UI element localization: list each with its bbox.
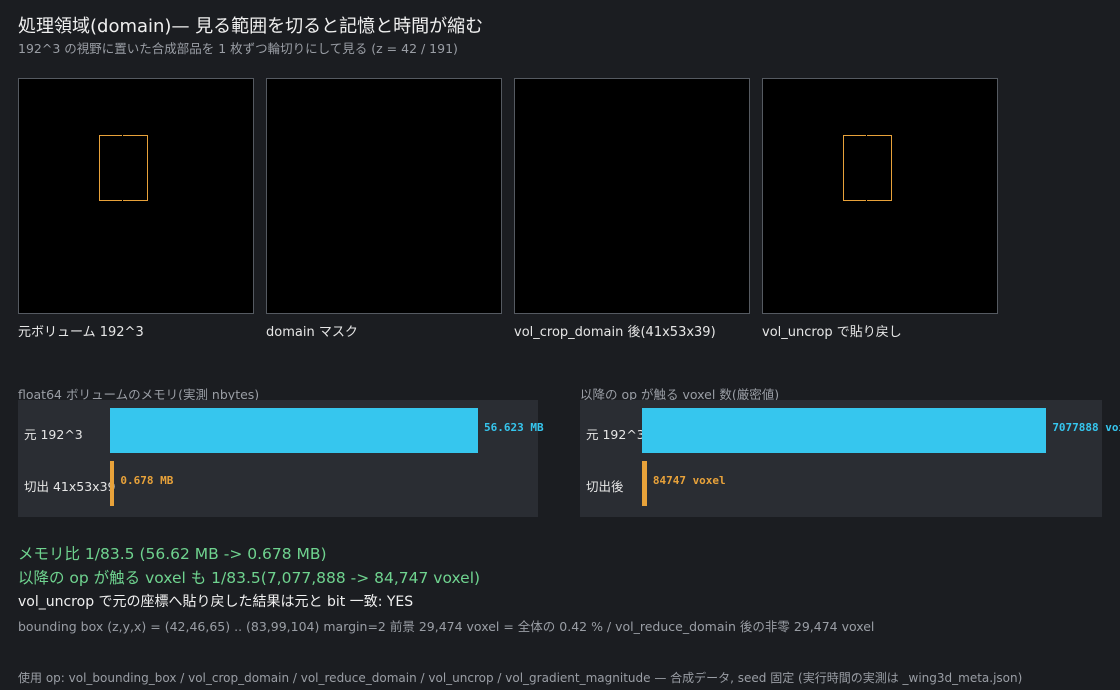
memory-value-label-original: 56.623 MB [484, 421, 544, 434]
uncrop-check-text: vol_uncrop で元の座標へ貼り戻した結果は元と bit 一致: YES [18, 594, 414, 610]
panel-label-original: 元ボリューム 192^3 [18, 325, 144, 340]
memory-ratio-text: メモリ比 1/83.5 (56.62 MB -> 0.678 MB) [18, 545, 327, 563]
panel-domain-mask [266, 78, 502, 314]
voxel-bar-cropped [642, 461, 647, 506]
bounding-box-outline [99, 135, 148, 201]
panel-original-volume [18, 78, 254, 314]
panel-label-cropped: vol_crop_domain 後(41x53x39) [514, 325, 716, 340]
page-title: 処理領域(domain)— 見る範囲を切ると記憶と時間が縮む [18, 16, 484, 37]
memory-chart-category-original: 元 192^3 [24, 427, 83, 442]
bounding-box-info: bounding box (z,y,x) = (42,46,65) .. (83… [18, 619, 875, 634]
panel-label-domain-mask: domain マスク [266, 325, 358, 340]
voxel-value-label-original: 7077888 voxel [1052, 421, 1120, 434]
voxel-chart-category-original: 元 192^3 [586, 427, 645, 442]
panel-label-uncropped: vol_uncrop で貼り戻し [762, 325, 902, 340]
voxel-value-label-cropped: 84747 voxel [652, 474, 726, 487]
memory-chart: 元 192^3 切出 41x53x39 56.623 MB 0.678 MB [18, 400, 544, 517]
memory-bar-original [110, 408, 479, 453]
memory-value-label-cropped: 0.678 MB [120, 474, 174, 487]
voxel-chart: 元 192^3 切出後 7077888 voxel 84747 voxel [580, 400, 1120, 517]
panel-cropped-volume [514, 78, 750, 314]
memory-chart-category-cropped: 切出 41x53x39 [24, 479, 116, 494]
footer-note: 使用 op: vol_bounding_box / vol_crop_domai… [18, 671, 1023, 685]
voxel-ratio-text: 以降の op が触る voxel も 1/83.5(7,077,888 -> 8… [18, 569, 481, 587]
memory-bar-cropped [110, 461, 115, 506]
panel-uncropped-volume [762, 78, 998, 314]
bounding-box-outline [843, 135, 892, 201]
voxel-bar-original [642, 408, 1047, 453]
voxel-chart-category-cropped: 切出後 [586, 479, 624, 494]
page-subtitle: 192^3 の視野に置いた合成部品を 1 枚ずつ輪切りにして見る (z = 42… [18, 41, 458, 56]
